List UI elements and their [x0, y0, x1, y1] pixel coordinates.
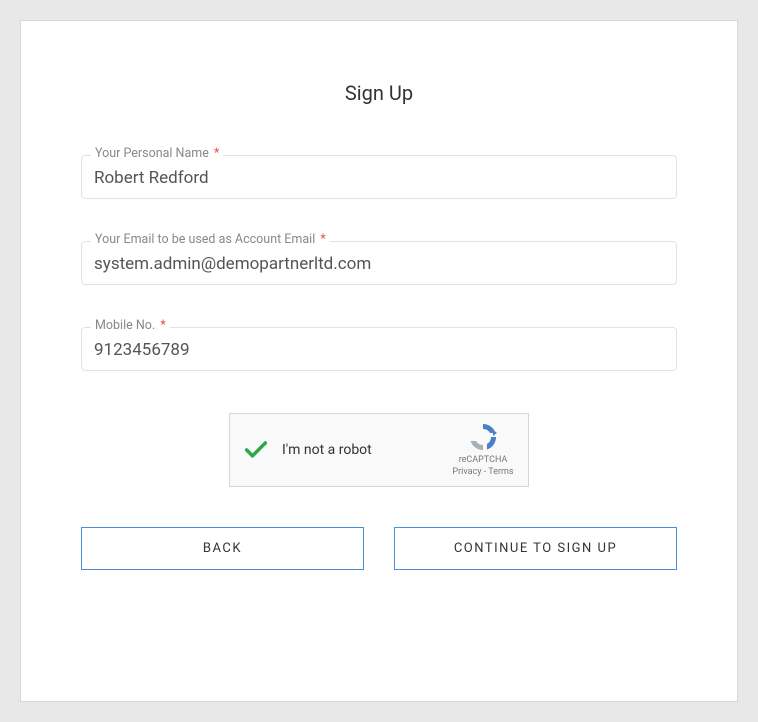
- captcha-container: I'm not a robot reCAPTCHA Privacy - Term…: [81, 413, 677, 487]
- signup-card: Sign Up Your Personal Name * Your Email …: [20, 20, 738, 702]
- recaptcha-icon: [467, 421, 499, 453]
- name-label-text: Your Personal Name: [95, 146, 209, 161]
- required-indicator: *: [160, 318, 165, 333]
- mobile-label: Mobile No. *: [91, 318, 170, 333]
- captcha-brand-area: reCAPTCHA Privacy - Terms: [450, 421, 516, 478]
- captcha-links: Privacy - Terms: [450, 467, 516, 479]
- captcha-privacy-link[interactable]: Privacy: [452, 467, 481, 477]
- captcha-terms-link[interactable]: Terms: [488, 467, 513, 477]
- button-row: BACK CONTINUE TO SIGN UP: [81, 527, 677, 570]
- required-indicator: *: [320, 232, 325, 247]
- captcha-brand-label: reCAPTCHA: [450, 455, 516, 467]
- required-indicator: *: [214, 146, 219, 161]
- mobile-label-text: Mobile No.: [95, 318, 155, 333]
- mobile-input[interactable]: [81, 327, 677, 371]
- continue-button[interactable]: CONTINUE TO SIGN UP: [394, 527, 677, 570]
- name-label: Your Personal Name *: [91, 146, 223, 161]
- email-field-group: Your Email to be used as Account Email *: [81, 241, 677, 285]
- email-label-text: Your Email to be used as Account Email: [95, 232, 315, 247]
- mobile-field-group: Mobile No. *: [81, 327, 677, 371]
- page-title: Sign Up: [81, 81, 677, 105]
- name-input[interactable]: [81, 155, 677, 199]
- email-input[interactable]: [81, 241, 677, 285]
- checkmark-icon: [242, 436, 270, 464]
- email-label: Your Email to be used as Account Email *: [91, 232, 330, 247]
- name-field-group: Your Personal Name *: [81, 155, 677, 199]
- back-button[interactable]: BACK: [81, 527, 364, 570]
- recaptcha-widget[interactable]: I'm not a robot reCAPTCHA Privacy - Term…: [229, 413, 529, 487]
- captcha-text: I'm not a robot: [282, 442, 450, 458]
